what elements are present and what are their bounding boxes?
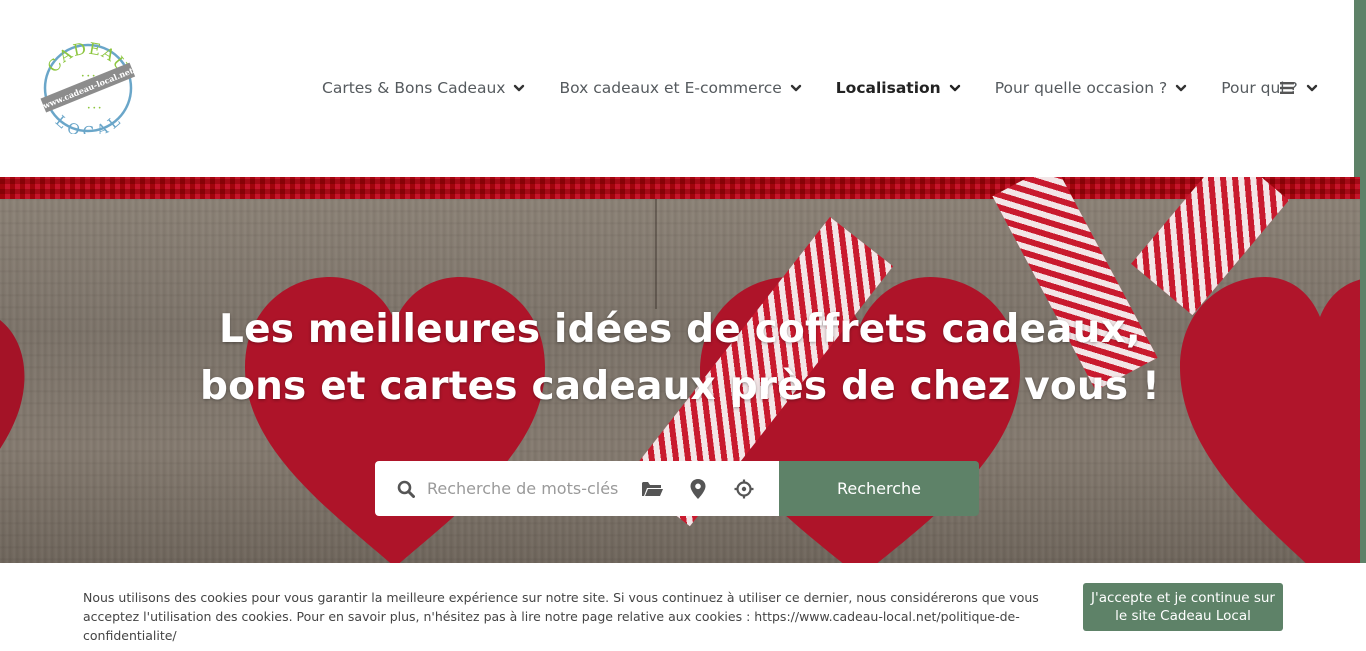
search-button[interactable]: Recherche (779, 461, 979, 516)
nav-item-label: Cartes & Bons Cadeaux (322, 79, 506, 97)
nav-item-label: Pour quelle occasion ? (994, 79, 1168, 97)
chevron-down-icon (1306, 84, 1317, 92)
search-icon (397, 480, 415, 498)
nav-item-occasion[interactable]: Pour quelle occasion ? (995, 79, 1189, 97)
cookie-banner: Nous utilisons des cookies pour vous gar… (0, 563, 1366, 651)
crosshair-location-icon[interactable] (734, 479, 754, 499)
gingham-ribbon-top (0, 177, 1360, 199)
cookie-notice-text: Nous utilisons des cookies pour vous gar… (83, 590, 1039, 643)
chevron-down-icon (1176, 84, 1187, 92)
map-pin-icon[interactable] (690, 479, 706, 499)
site-logo[interactable]: CADEAU LOCAL • • • • • • www.cadeau-loca… (38, 39, 138, 141)
wood-seam (655, 199, 657, 309)
cookie-accept-button[interactable]: J'accepte et je continue sur le site Cad… (1083, 583, 1283, 631)
folder-open-icon[interactable] (641, 480, 663, 498)
chevron-down-icon (514, 84, 525, 92)
nav-item-label: Localisation (835, 79, 941, 97)
chevron-down-icon (949, 84, 960, 92)
nav-item-box-cadeaux[interactable]: Box cadeaux et E-commerce (559, 79, 802, 97)
nav-item-pour-qui[interactable]: Pour qui ? (1221, 79, 1319, 97)
svg-text:• • •: • • • (87, 105, 101, 112)
hamburger-menu-icon[interactable] (1279, 80, 1295, 96)
nav-item-cartes-bons-cadeaux[interactable]: Cartes & Bons Cadeaux (322, 79, 526, 97)
search-bar (375, 461, 781, 516)
search-input[interactable] (427, 471, 627, 506)
main-nav: Cartes & Bons Cadeaux Box cadeaux et E-c… (322, 76, 1319, 100)
chevron-down-icon (790, 84, 801, 92)
hero-title: Les meilleures idées de coffrets cadeaux… (0, 301, 1360, 415)
nav-item-localisation[interactable]: Localisation (836, 79, 962, 97)
hero-banner: Les meilleures idées de coffrets cadeaux… (0, 177, 1360, 563)
nav-item-label: Box cadeaux et E-commerce (559, 79, 782, 97)
site-header: CADEAU LOCAL • • • • • • www.cadeau-loca… (0, 0, 1354, 177)
hero-title-line-1: Les meilleures idées de coffrets cadeaux… (219, 307, 1141, 352)
hero-title-line-2: bons et cartes cadeaux près de chez vous… (199, 364, 1160, 409)
